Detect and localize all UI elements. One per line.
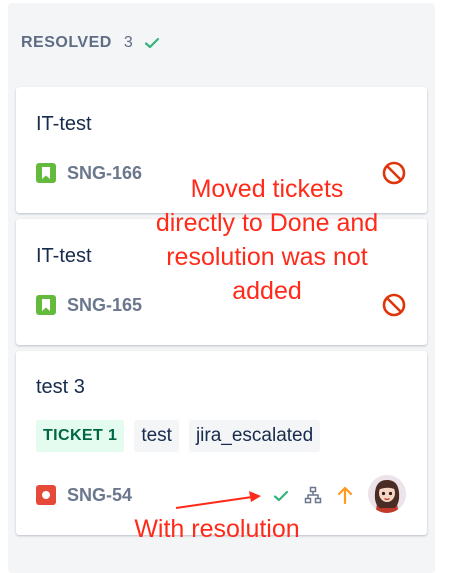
hierarchy-icon <box>304 486 322 504</box>
issue-key[interactable]: SNG-54 <box>67 485 132 506</box>
card-summary: test 3 <box>36 376 85 398</box>
annotation-no-resolution: Moved tickets directly to Done and resol… <box>155 175 379 305</box>
column-count: 3 <box>123 34 134 51</box>
card-summary: IT-test <box>36 245 92 267</box>
label-tag: test <box>134 420 179 452</box>
bug-icon <box>36 485 56 505</box>
card-labels: TICKET 1 test jira_escalated <box>36 420 321 452</box>
story-icon <box>36 295 56 315</box>
check-icon <box>273 490 289 502</box>
column-title: RESOLVED <box>21 34 112 51</box>
annotation-with-resolution: With resolution <box>134 515 300 543</box>
story-icon <box>36 163 56 183</box>
assignee-avatar[interactable] <box>368 475 406 513</box>
column-header: RESOLVED 3 <box>21 34 161 52</box>
label-tag: jira_escalated <box>188 420 321 452</box>
arrow-up-icon <box>337 486 353 505</box>
card-summary: IT-test <box>36 113 92 135</box>
check-icon <box>145 37 160 49</box>
epic-label[interactable]: TICKET 1 <box>36 420 125 452</box>
issue-card[interactable]: test 3 TICKET 1 test jira_escalated SNG-… <box>16 351 427 535</box>
